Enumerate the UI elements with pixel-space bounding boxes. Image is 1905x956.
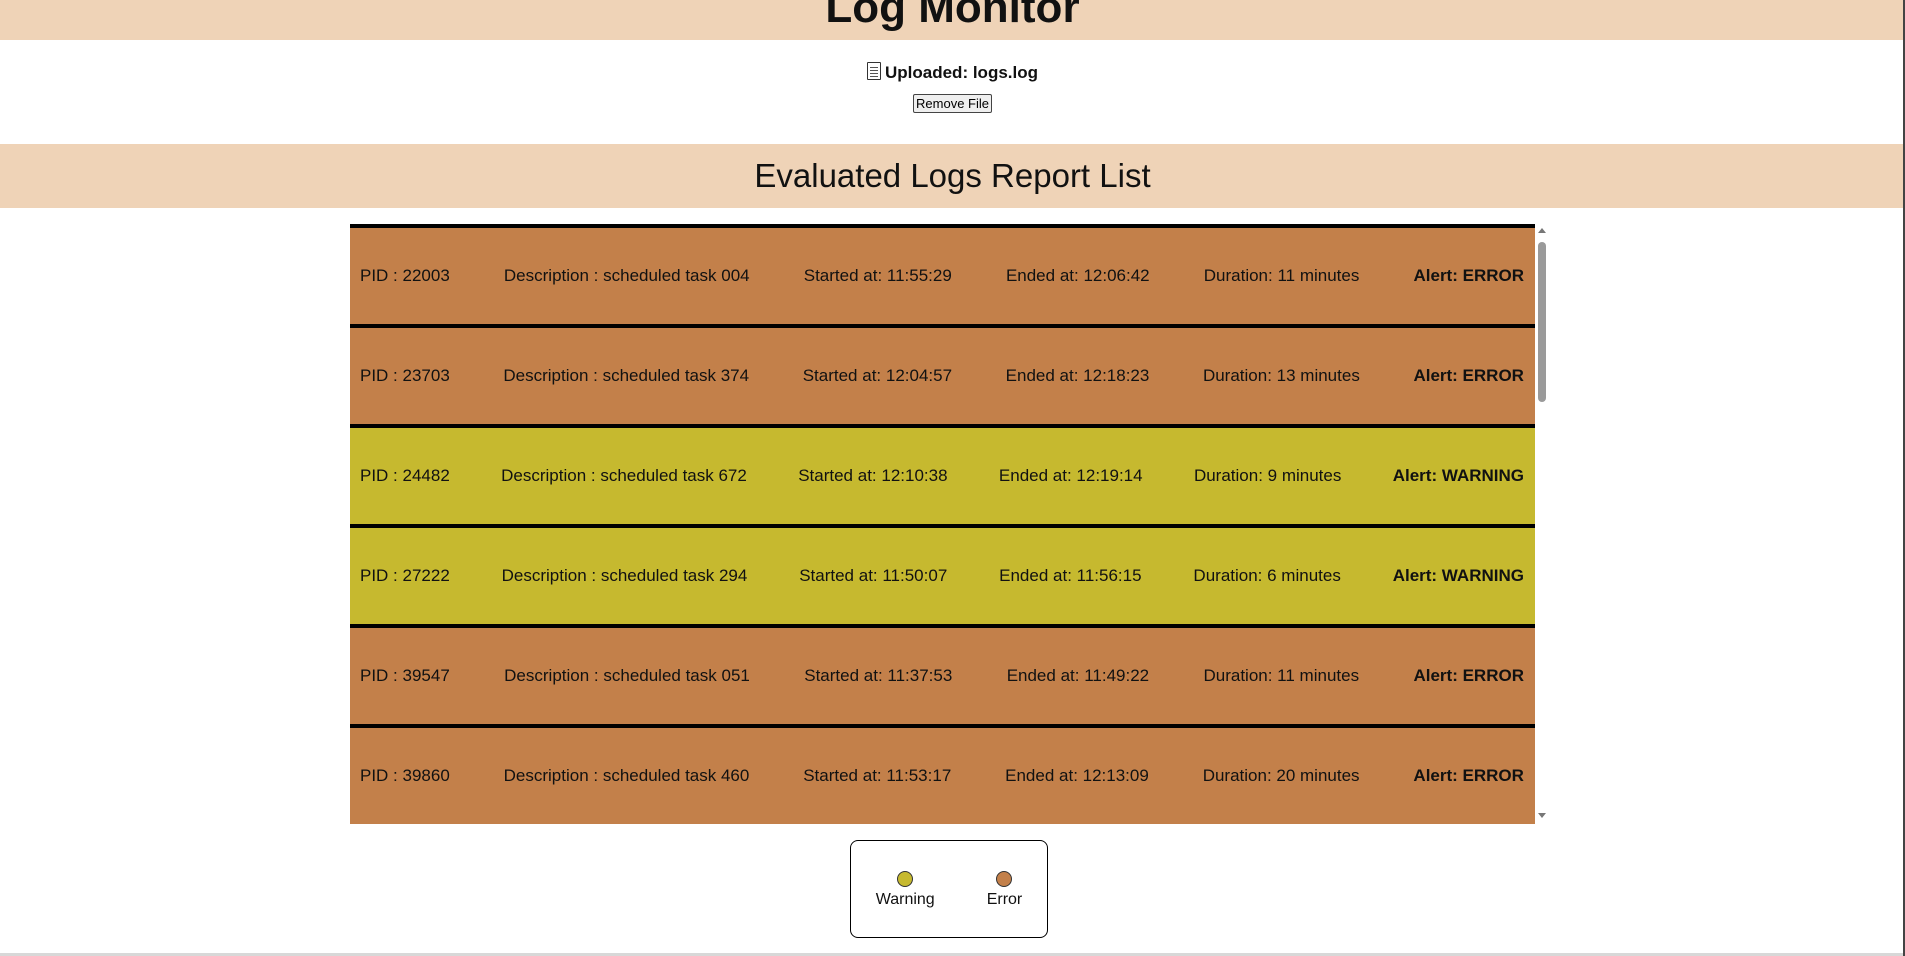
log-description: Description : scheduled task 374 [503, 366, 750, 385]
log-started: Started at: 11:53:17 [803, 766, 952, 785]
log-description: Description : scheduled task 294 [501, 566, 748, 585]
log-duration: Duration: 13 minutes [1202, 366, 1360, 385]
log-ended: Ended at: 11:49:22 [1006, 666, 1150, 685]
log-alert: Alert: ERROR [1413, 266, 1524, 285]
log-pid: PID : 39547 [360, 666, 450, 685]
log-ended: Ended at: 11:56:15 [999, 566, 1142, 585]
log-pid: PID : 22003 [360, 266, 450, 285]
remove-file-wrap: Remove File [0, 94, 1905, 113]
log-alert: Alert: ERROR [1413, 766, 1524, 785]
log-alert: Alert: ERROR [1413, 666, 1524, 685]
log-list-container[interactable]: PID : 22003 Description : scheduled task … [350, 224, 1548, 824]
log-pid: PID : 27222 [360, 566, 450, 585]
scroll-up-arrow-icon[interactable] [1538, 228, 1546, 233]
log-description: Description : scheduled task 460 [503, 766, 750, 785]
alert-legend: Warning Error [850, 840, 1048, 938]
log-row[interactable]: PID : 22003 Description : scheduled task … [350, 224, 1535, 324]
log-duration: Duration: 9 minutes [1193, 466, 1342, 485]
log-row[interactable]: PID : 27222 Description : scheduled task … [350, 524, 1535, 624]
legend-dot-icon [897, 871, 914, 887]
page-header: Log Monitor [0, 0, 1905, 40]
log-description: Description : scheduled task 004 [503, 266, 750, 285]
log-pid: PID : 24482 [360, 466, 450, 485]
report-list-title: Evaluated Logs Report List [754, 157, 1151, 194]
legend-dot-icon [996, 871, 1013, 887]
legend-label: Warning [875, 891, 935, 908]
log-list[interactable]: PID : 22003 Description : scheduled task … [350, 224, 1535, 824]
log-ended: Ended at: 12:19:14 [998, 466, 1143, 485]
log-alert: Alert: ERROR [1413, 366, 1524, 385]
document-icon [867, 62, 881, 80]
uploaded-file-label: Uploaded: logs.log [885, 63, 1038, 82]
log-list-scrollbar[interactable] [1536, 224, 1548, 824]
log-alert: Alert: WARNING [1392, 466, 1524, 485]
log-duration: Duration: 20 minutes [1202, 766, 1360, 785]
log-row[interactable]: PID : 23703 Description : scheduled task … [350, 324, 1535, 424]
upload-status: Uploaded: logs.log [0, 62, 1905, 83]
log-description: Description : scheduled task 051 [504, 666, 750, 685]
log-pid: PID : 23703 [360, 366, 450, 385]
log-alert: Alert: WARNING [1392, 566, 1524, 585]
log-pid: PID : 39860 [360, 766, 450, 785]
log-ended: Ended at: 12:18:23 [1005, 366, 1150, 385]
report-list-header: Evaluated Logs Report List [0, 144, 1905, 208]
log-ended: Ended at: 12:13:09 [1005, 766, 1149, 785]
log-row[interactable]: PID : 24482 Description : scheduled task … [350, 424, 1535, 524]
log-row[interactable]: PID : 39547 Description : scheduled task … [350, 624, 1535, 724]
log-duration: Duration: 6 minutes [1193, 566, 1341, 585]
scrollbar-thumb[interactable] [1538, 242, 1546, 402]
legend-item-error: Error [986, 871, 1023, 937]
log-duration: Duration: 11 minutes [1203, 266, 1360, 285]
log-ended: Ended at: 12:06:42 [1005, 266, 1150, 285]
log-monitor-page: Log Monitor Uploaded: logs.log Remove Fi… [0, 0, 1905, 956]
page-title: Log Monitor [825, 0, 1080, 32]
log-started: Started at: 11:37:53 [804, 666, 953, 685]
log-started: Started at: 12:04:57 [802, 366, 953, 385]
log-started: Started at: 11:55:29 [803, 266, 952, 285]
remove-file-button[interactable]: Remove File [913, 94, 992, 113]
legend-item-warning: Warning [876, 871, 935, 937]
log-started: Started at: 11:50:07 [799, 566, 948, 585]
log-row[interactable]: PID : 39860 Description : scheduled task … [350, 724, 1535, 824]
legend-label: Error [986, 891, 1023, 908]
log-started: Started at: 12:10:38 [798, 466, 948, 485]
scroll-down-arrow-icon[interactable] [1538, 813, 1546, 818]
log-description: Description : scheduled task 672 [501, 466, 747, 485]
log-duration: Duration: 11 minutes [1203, 666, 1360, 685]
